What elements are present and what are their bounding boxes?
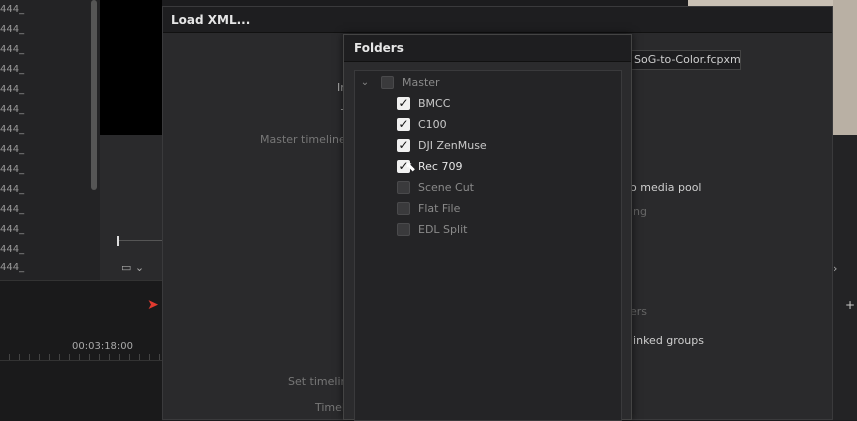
folder-label: Master bbox=[402, 75, 440, 89]
media-list-panel: 444_ 444_ 444_ 444_ 444_ 444_ 444_ 444_ … bbox=[0, 0, 101, 280]
checkbox[interactable] bbox=[397, 222, 410, 236]
folder-label: Scene Cut bbox=[418, 180, 474, 194]
list-item[interactable]: 444_ bbox=[0, 100, 90, 120]
chevron-right-icon[interactable]: › bbox=[833, 262, 837, 275]
list-item[interactable]: 444_ bbox=[0, 140, 90, 160]
list-item[interactable]: 444_ bbox=[0, 20, 90, 40]
chevron-down-icon[interactable]: ⌄ bbox=[359, 77, 371, 88]
thumbnail bbox=[833, 0, 857, 135]
folder-label: C100 bbox=[418, 117, 447, 131]
checkbox[interactable] bbox=[397, 180, 410, 194]
media-pool-option[interactable]: o media pool bbox=[630, 181, 701, 194]
add-icon[interactable]: + bbox=[845, 298, 855, 312]
checkbox[interactable] bbox=[381, 75, 394, 89]
folder-c100[interactable]: ✓ C100 bbox=[397, 115, 447, 133]
folder-label: EDL Split bbox=[418, 222, 468, 236]
list-scrollbar[interactable] bbox=[91, 0, 97, 190]
folder-edl-split[interactable]: EDL Split bbox=[397, 220, 467, 238]
inspector-panel bbox=[833, 135, 857, 420]
mouse-cursor-icon: ⬉ bbox=[405, 160, 416, 175]
list-item[interactable]: 444_ bbox=[0, 200, 90, 220]
timecode-label: 00:03:18:00 bbox=[72, 341, 134, 352]
checkbox-checked-icon[interactable]: ✓ bbox=[397, 117, 410, 131]
folder-label: DJI ZenMuse bbox=[418, 138, 487, 152]
scrub-track[interactable] bbox=[119, 240, 162, 241]
master-timeline-label: Master timeline s bbox=[260, 133, 355, 146]
folder-label: Rec 709 bbox=[418, 159, 463, 173]
option-text: ers bbox=[630, 305, 648, 318]
checkbox[interactable] bbox=[397, 201, 410, 215]
folder-master[interactable]: ⌄ Master bbox=[359, 73, 440, 91]
folder-label: Flat File bbox=[418, 201, 461, 215]
checkbox-checked-icon[interactable]: ✓ bbox=[397, 96, 410, 110]
folder-bmcc[interactable]: ✓ BMCC bbox=[397, 94, 450, 112]
checkbox-checked-icon[interactable]: ✓ bbox=[397, 138, 410, 152]
film-strip-icon[interactable]: ▭ ⌄ bbox=[121, 261, 144, 274]
list-item[interactable]: 444_ bbox=[0, 258, 90, 278]
list-item[interactable]: 444_ bbox=[0, 240, 90, 260]
option-text: ing bbox=[630, 205, 648, 218]
folder-dji-zenmuse[interactable]: ✓ DJI ZenMuse bbox=[397, 136, 487, 154]
list-item[interactable]: 444_ bbox=[0, 120, 90, 140]
linked-groups-option[interactable]: linked groups bbox=[630, 334, 704, 347]
folder-label: BMCC bbox=[418, 96, 451, 110]
timeline-label: Timel bbox=[315, 401, 345, 414]
dialog-title: Load XML... bbox=[163, 7, 832, 33]
list-item[interactable]: 444_ bbox=[0, 160, 90, 180]
list-item[interactable]: 444_ bbox=[0, 60, 90, 80]
viewer bbox=[100, 0, 162, 135]
file-name-field[interactable]: SoG-to-Color.fcpxml bbox=[629, 50, 741, 70]
list-item[interactable]: 444_ bbox=[0, 0, 90, 20]
folders-panel: Folders ⌄ Master ✓ BMCC ✓ C100 ✓ DJI Zen… bbox=[343, 34, 632, 421]
list-item[interactable]: 444_ bbox=[0, 180, 90, 200]
pointer-tool-icon[interactable]: ➤ bbox=[147, 297, 159, 313]
folders-title: Folders bbox=[344, 35, 631, 62]
list-item[interactable]: 444_ bbox=[0, 80, 90, 100]
list-item[interactable]: 444_ bbox=[0, 40, 90, 60]
folder-scene-cut[interactable]: Scene Cut bbox=[397, 178, 474, 196]
viewer-controls bbox=[100, 135, 162, 280]
playhead-handle[interactable] bbox=[117, 236, 119, 246]
folder-tree: ⌄ Master ✓ BMCC ✓ C100 ✓ DJI ZenMuse ✓ R… bbox=[354, 70, 622, 421]
list-item[interactable]: 444_ bbox=[0, 220, 90, 240]
folder-flat-file[interactable]: Flat File bbox=[397, 199, 460, 217]
